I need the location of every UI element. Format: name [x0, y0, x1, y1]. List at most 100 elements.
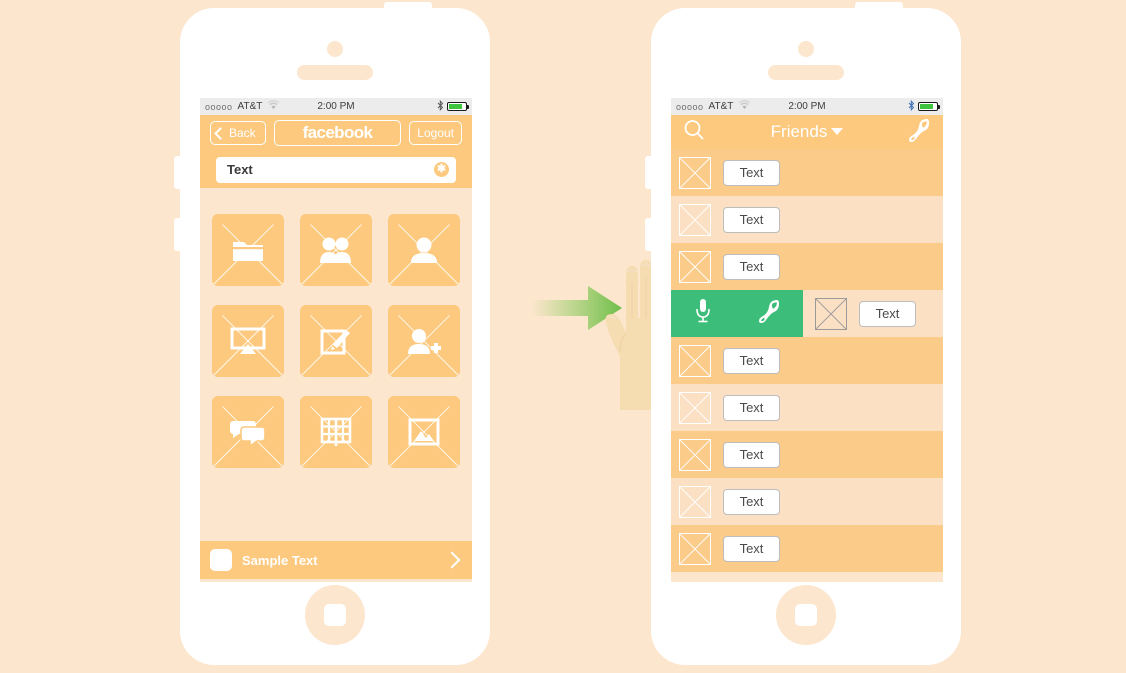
- photo-image-icon: [388, 396, 460, 468]
- grid-row: [212, 396, 460, 468]
- friends-title-label: Friends: [770, 122, 828, 141]
- add-person-icon: [388, 305, 460, 377]
- earpiece-speaker: [297, 65, 373, 80]
- power-button[interactable]: [855, 2, 903, 14]
- friend-row-3[interactable]: Text: [671, 243, 943, 290]
- status-time: 2:00 PM: [317, 101, 355, 112]
- home-button-square-icon: [795, 604, 817, 626]
- bluetooth-icon: [908, 99, 915, 114]
- friend-row-1[interactable]: Text: [671, 149, 943, 196]
- volume-up-button[interactable]: [174, 156, 182, 189]
- rounded-square-icon[interactable]: [210, 549, 232, 571]
- phone-handset-icon[interactable]: [757, 298, 781, 329]
- battery-icon: [447, 102, 469, 111]
- grid-item-add-person[interactable]: [388, 305, 460, 377]
- icon-grid: [200, 188, 472, 541]
- friend-row-5[interactable]: Text: [671, 337, 943, 384]
- sample-text-bar[interactable]: Sample Text: [200, 541, 472, 579]
- search-input[interactable]: Text ✱: [216, 156, 456, 183]
- phone-left: ooooo AT&T 2:00 PM Back facebook Logout …: [174, 2, 490, 665]
- logout-label: Logout: [417, 126, 454, 140]
- facebook-title: facebook: [273, 120, 402, 146]
- logout-button[interactable]: Logout: [409, 121, 462, 145]
- swipe-action-panel: [671, 290, 803, 337]
- friend-name-button[interactable]: Text: [723, 159, 780, 186]
- status-right-group: [908, 99, 940, 114]
- search-icon[interactable]: [683, 119, 705, 146]
- grid-item-compose[interactable]: [300, 305, 372, 377]
- back-button[interactable]: Back: [210, 121, 266, 145]
- friend-name-button[interactable]: Text: [723, 206, 780, 233]
- friend-name-button[interactable]: Text: [723, 488, 780, 515]
- power-button[interactable]: [384, 2, 432, 14]
- friend-row-7[interactable]: Text: [671, 431, 943, 478]
- search-value: Text: [227, 162, 253, 177]
- grid-item-book[interactable]: [300, 396, 372, 468]
- front-camera-icon: [327, 41, 343, 57]
- status-time: 2:00 PM: [788, 101, 826, 112]
- friend-name-button[interactable]: Text: [723, 441, 780, 468]
- search-zone: Text ✱: [200, 151, 472, 188]
- placeholder-image-icon: [679, 250, 711, 283]
- friends-navbar: Friends: [671, 115, 943, 149]
- friend-row-6[interactable]: Text: [671, 384, 943, 431]
- friend-name-button[interactable]: Text: [723, 253, 780, 280]
- placeholder-image-icon: [679, 532, 711, 565]
- caret-down-icon: [831, 128, 844, 135]
- friends-list: Text Text Text Text Text Text Text Text …: [671, 149, 943, 572]
- person-icon: [388, 214, 460, 286]
- friend-name-button[interactable]: Text: [859, 300, 916, 327]
- grid-item-photo[interactable]: [388, 396, 460, 468]
- friend-name-button[interactable]: Text: [723, 535, 780, 562]
- grid-row: [212, 214, 460, 286]
- swipe-gesture-graphic: [520, 260, 672, 420]
- sample-text-label: Sample Text: [242, 552, 318, 568]
- battery-icon: [918, 102, 940, 111]
- front-camera-icon: [798, 41, 814, 57]
- phone-right: ooooo AT&T 2:00 PM Friends Text Text Tex…: [645, 2, 961, 665]
- volume-down-button[interactable]: [174, 218, 182, 251]
- grid-item-folder[interactable]: [212, 214, 284, 286]
- friend-name-button[interactable]: Text: [723, 347, 780, 374]
- chevron-right-icon[interactable]: [443, 551, 461, 569]
- friend-row-8[interactable]: Text: [671, 478, 943, 525]
- volume-down-button[interactable]: [645, 218, 653, 251]
- right-screen: ooooo AT&T 2:00 PM Friends Text Text Tex…: [671, 98, 943, 582]
- friend-row-2[interactable]: Text: [671, 196, 943, 243]
- placeholder-image-icon: [679, 438, 711, 471]
- microphone-icon[interactable]: [694, 298, 712, 329]
- folder-icon: [212, 214, 284, 286]
- facebook-navbar: Back facebook Logout: [200, 115, 472, 151]
- placeholder-image-icon: [679, 203, 711, 236]
- back-label: Back: [229, 126, 256, 140]
- open-book-icon: [300, 396, 372, 468]
- placeholder-image-icon: [679, 485, 711, 518]
- grid-item-presentation[interactable]: [212, 305, 284, 377]
- chevron-left-icon: [214, 126, 227, 140]
- home-button[interactable]: [776, 585, 836, 645]
- bluetooth-icon: [437, 99, 444, 114]
- grid-item-chat[interactable]: [212, 396, 284, 468]
- friend-name-button[interactable]: Text: [723, 394, 780, 421]
- clear-circle-icon[interactable]: ✱: [434, 162, 449, 177]
- friend-row-swipe-action[interactable]: Text: [671, 290, 943, 337]
- status-right-group: [437, 99, 469, 114]
- placeholder-image-icon: [679, 391, 711, 424]
- chat-bubbles-icon: [212, 396, 284, 468]
- left-screen: ooooo AT&T 2:00 PM Back facebook Logout …: [200, 98, 472, 582]
- volume-up-button[interactable]: [645, 156, 653, 189]
- status-bar-left: ooooo AT&T 2:00 PM: [200, 98, 472, 115]
- swipe-row-content: Text: [803, 297, 916, 330]
- earpiece-speaker: [768, 65, 844, 80]
- placeholder-image-icon: [679, 344, 711, 377]
- home-button[interactable]: [305, 585, 365, 645]
- phone-handset-icon[interactable]: [907, 117, 931, 148]
- compose-pencil-icon: [300, 305, 372, 377]
- grid-item-person[interactable]: [388, 214, 460, 286]
- friend-row-9[interactable]: Text: [671, 525, 943, 572]
- group-people-icon: [300, 214, 372, 286]
- friends-title-group[interactable]: Friends: [671, 122, 943, 142]
- home-button-square-icon: [324, 604, 346, 626]
- grid-item-group[interactable]: [300, 214, 372, 286]
- grid-row: [212, 305, 460, 377]
